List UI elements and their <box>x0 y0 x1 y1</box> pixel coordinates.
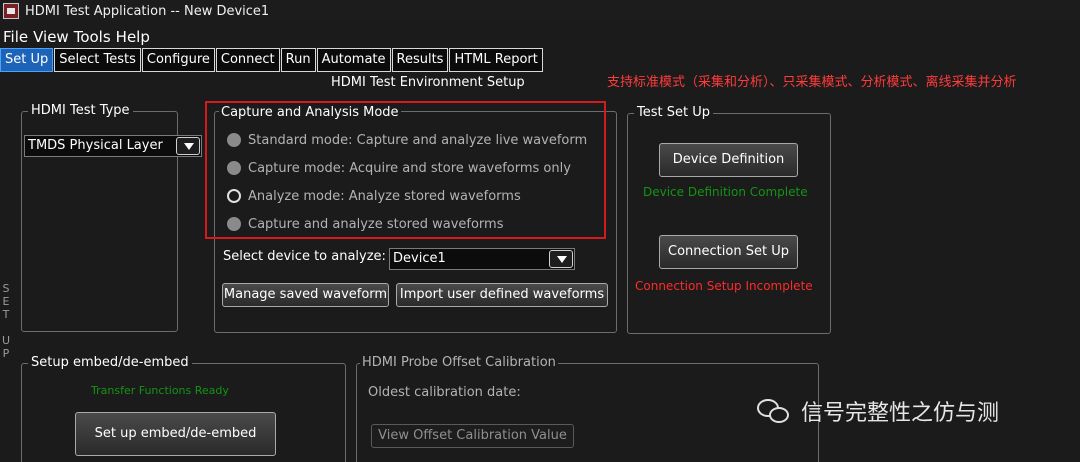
setup-embed-button[interactable]: Set up embed/de-embed <box>75 412 276 456</box>
tab-select-tests[interactable]: Select Tests <box>54 48 141 72</box>
connection-setup-button[interactable]: Connection Set Up <box>659 235 798 269</box>
watermark: 信号完整性之仿与测 <box>757 395 999 427</box>
embed-legend: Setup embed/de-embed <box>28 355 192 370</box>
highlight-box <box>205 101 606 239</box>
menu-bar: File View Tools Help <box>0 27 152 47</box>
device-select[interactable]: Device1 <box>389 248 575 270</box>
device-select-label: Select device to analyze: <box>223 249 386 264</box>
probe-calibration-legend: HDMI Probe Offset Calibration <box>360 355 558 370</box>
tab-configure[interactable]: Configure <box>141 48 215 72</box>
manage-saved-waveform-button[interactable]: Manage saved waveform <box>222 283 389 307</box>
import-user-waveforms-button[interactable]: Import user defined waveforms <box>396 283 608 307</box>
view-offset-calibration-button[interactable]: View Offset Calibration Value <box>371 424 574 448</box>
side-letter: P <box>2 347 10 360</box>
tab-automate[interactable]: Automate <box>316 48 391 72</box>
test-setup-legend: Test Set Up <box>634 105 713 120</box>
device-select-value: Device1 <box>393 251 446 266</box>
menu-tools[interactable]: Tools <box>74 28 111 46</box>
menu-help[interactable]: Help <box>116 28 150 46</box>
tab-bar: Set Up Select Tests Configure Connect Ru… <box>0 48 544 72</box>
menu-file[interactable]: File <box>3 28 28 46</box>
title-bar: HDMI Test Application -- New Device1 <box>0 0 1080 22</box>
connection-setup-status: Connection Setup Incomplete <box>635 279 813 293</box>
wechat-icon <box>757 397 791 425</box>
environment-title: HDMI Test Environment Setup <box>331 75 525 90</box>
app-icon <box>3 3 19 19</box>
watermark-text: 信号完整性之仿与测 <box>801 401 1000 426</box>
side-letter: S <box>2 282 10 295</box>
side-letter: E <box>2 295 10 308</box>
side-tab-label: S E T U P <box>0 282 12 360</box>
tab-html-report[interactable]: HTML Report <box>449 48 543 72</box>
test-type-value: TMDS Physical Layer <box>28 138 163 153</box>
oldest-calibration-label: Oldest calibration date: <box>368 385 521 400</box>
test-type-legend: HDMI Test Type <box>28 103 133 118</box>
tab-set-up[interactable]: Set Up <box>0 48 54 72</box>
tab-connect[interactable]: Connect <box>215 48 280 72</box>
side-letter: T <box>2 308 10 321</box>
tab-results[interactable]: Results <box>391 48 449 72</box>
menu-view[interactable]: View <box>33 28 69 46</box>
side-letter: U <box>1 334 11 347</box>
side-letter <box>0 321 12 334</box>
chevron-down-icon[interactable] <box>549 250 573 268</box>
chevron-down-icon[interactable] <box>176 137 200 155</box>
annotation-text: 支持标准模式（采集和分析）、只采集模式、分析模式、离线采集并分析 <box>607 75 1017 90</box>
device-definition-status: Device Definition Complete <box>643 185 808 199</box>
embed-status: Transfer Functions Ready <box>91 384 229 397</box>
tab-run[interactable]: Run <box>280 48 316 72</box>
test-type-select[interactable]: TMDS Physical Layer <box>24 135 202 157</box>
device-definition-button[interactable]: Device Definition <box>659 143 798 177</box>
window-title: HDMI Test Application -- New Device1 <box>25 3 270 19</box>
